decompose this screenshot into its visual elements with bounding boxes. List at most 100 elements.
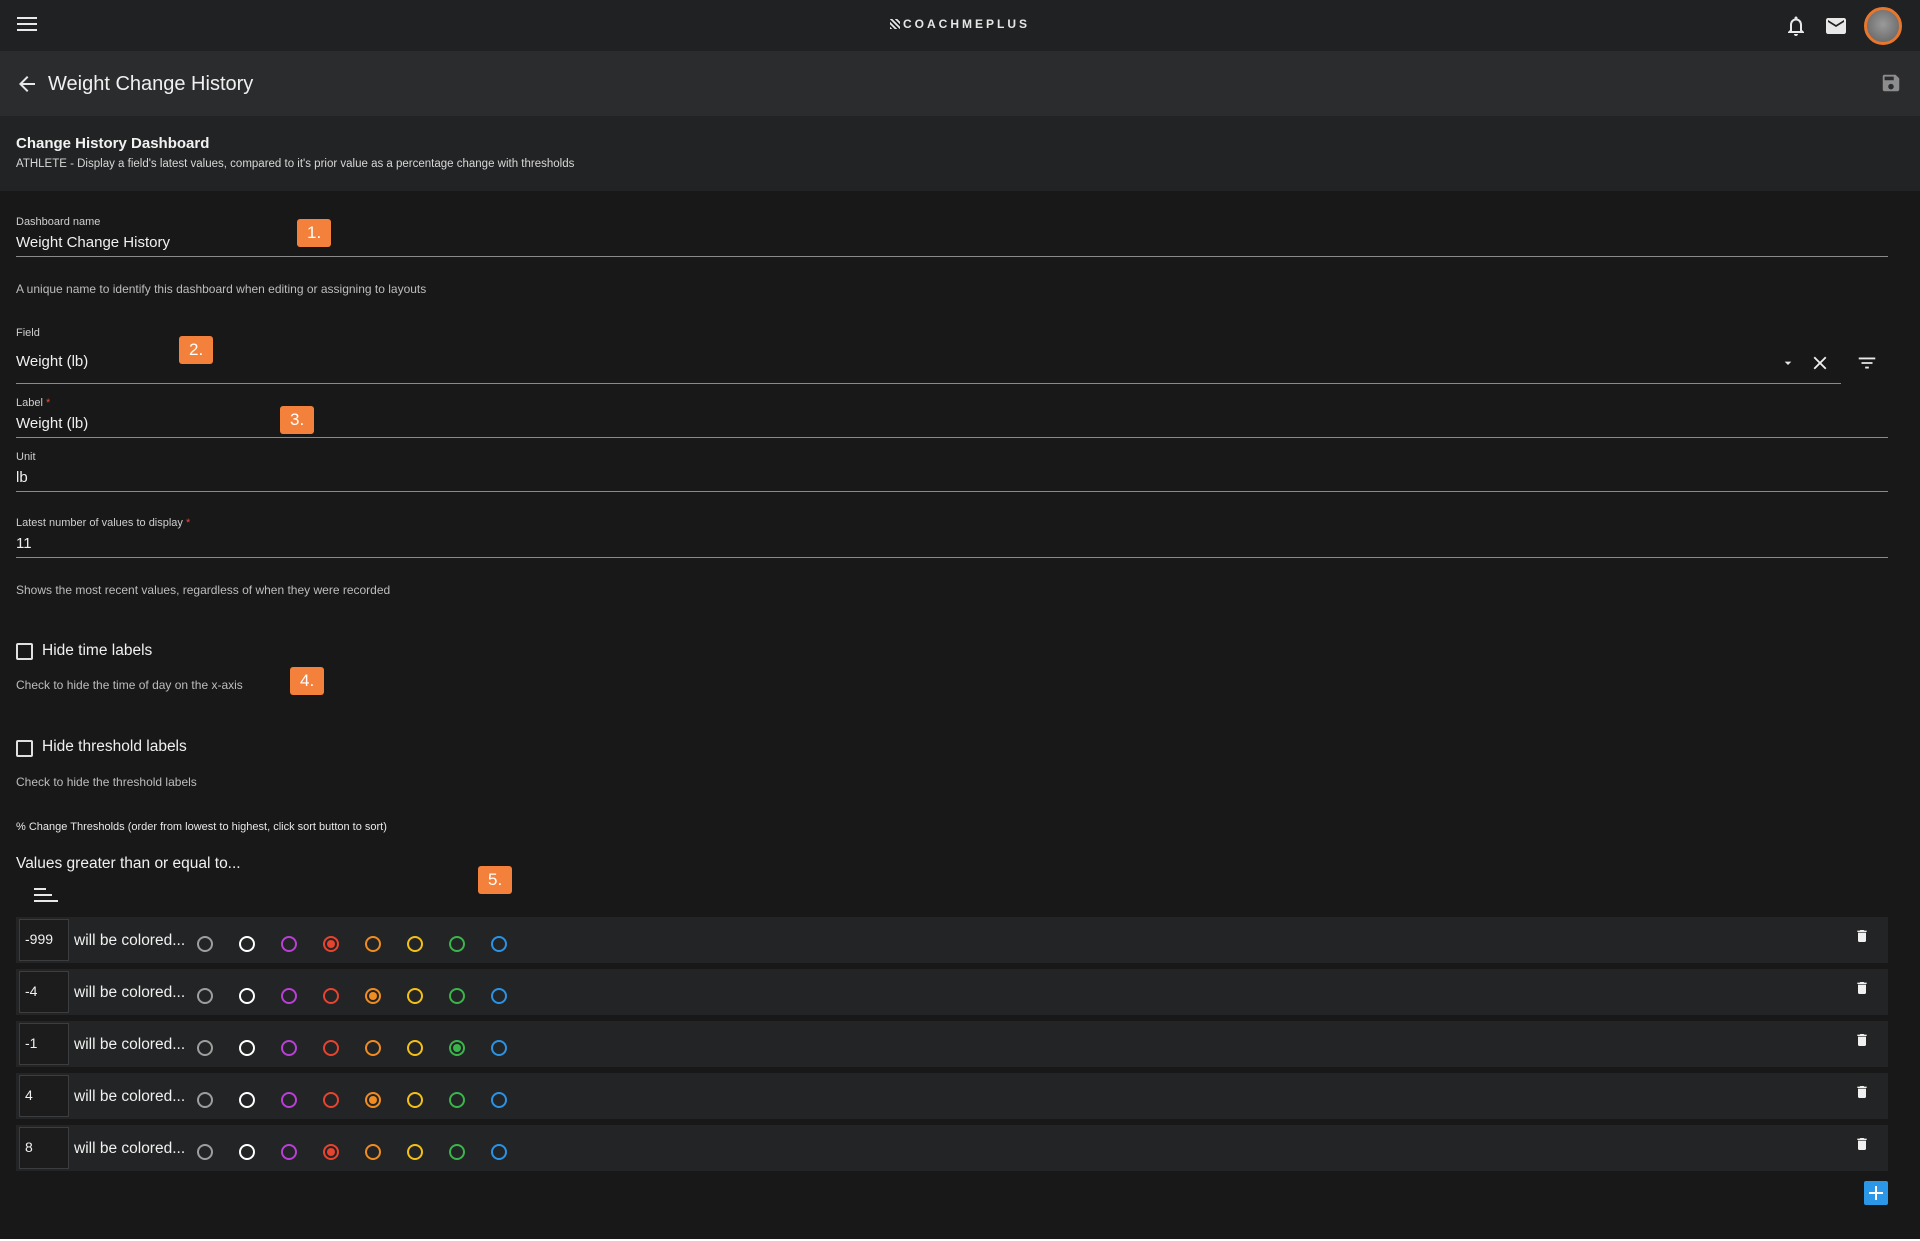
dashboard-type-title: Change History Dashboard xyxy=(16,135,210,152)
delete-trash-icon[interactable] xyxy=(1854,978,1870,998)
color-radio-grey[interactable] xyxy=(197,1092,213,1108)
color-radio-purple[interactable] xyxy=(281,1040,297,1056)
filter-icon[interactable] xyxy=(1856,352,1878,374)
color-radio-red[interactable] xyxy=(323,1040,339,1056)
unit-underline xyxy=(16,491,1888,492)
mail-icon[interactable] xyxy=(1824,14,1848,38)
clear-close-icon[interactable] xyxy=(1809,352,1831,374)
color-radio-orange[interactable] xyxy=(365,1144,381,1160)
color-radio-white[interactable] xyxy=(239,988,255,1004)
color-radio-purple[interactable] xyxy=(281,936,297,952)
threshold-value-input[interactable]: -999 xyxy=(19,919,69,961)
color-radio-grey[interactable] xyxy=(197,988,213,1004)
color-radio-blue[interactable] xyxy=(491,936,507,952)
threshold-row: -4 will be colored... xyxy=(16,969,1888,1015)
delete-trash-icon[interactable] xyxy=(1854,1134,1870,1154)
label-input[interactable]: Weight (lb) xyxy=(16,415,88,432)
color-radio-white[interactable] xyxy=(239,1092,255,1108)
hide-time-labels-label[interactable]: Hide time labels xyxy=(42,642,152,660)
will-be-colored-text: will be colored... xyxy=(74,1036,186,1053)
app-logo: COACHMEPLUS xyxy=(0,17,1920,31)
color-radio-grey[interactable] xyxy=(197,1040,213,1056)
color-radio-green[interactable] xyxy=(449,1092,465,1108)
color-radio-orange[interactable] xyxy=(365,1092,381,1108)
color-radio-blue[interactable] xyxy=(491,1144,507,1160)
color-radio-blue[interactable] xyxy=(491,988,507,1004)
threshold-value-input[interactable]: 4 xyxy=(19,1075,69,1117)
hide-threshold-labels-checkbox[interactable] xyxy=(16,740,33,757)
color-radio-red[interactable] xyxy=(323,1144,339,1160)
hide-time-labels-checkbox[interactable] xyxy=(16,643,33,660)
user-avatar[interactable] xyxy=(1864,7,1902,45)
threshold-row: -999 will be colored... xyxy=(16,917,1888,963)
latest-values-underline xyxy=(16,557,1888,558)
latest-values-label: Latest number of values to display * xyxy=(16,517,191,529)
dashboard-name-label: Dashboard name xyxy=(16,216,101,228)
hide-threshold-labels-label[interactable]: Hide threshold labels xyxy=(42,738,187,756)
color-radio-yellow[interactable] xyxy=(407,1144,423,1160)
delete-trash-icon[interactable] xyxy=(1854,1030,1870,1050)
color-radio-red[interactable] xyxy=(323,988,339,1004)
label-field-label: Label * xyxy=(16,397,51,409)
will-be-colored-text: will be colored... xyxy=(74,932,186,949)
save-icon[interactable] xyxy=(1880,72,1902,94)
dashboard-name-input[interactable]: Weight Change History xyxy=(16,234,170,251)
will-be-colored-text: will be colored... xyxy=(74,984,186,1001)
annotation-badge-3: 3. xyxy=(280,406,315,434)
color-radio-purple[interactable] xyxy=(281,1144,297,1160)
color-radio-yellow[interactable] xyxy=(407,988,423,1004)
notifications-bell-icon[interactable] xyxy=(1784,14,1808,38)
color-radio-blue[interactable] xyxy=(491,1092,507,1108)
threshold-row: 8 will be colored... xyxy=(16,1125,1888,1171)
app-screen: COACHMEPLUS Weight Change History Change… xyxy=(0,0,1920,1239)
chevron-down-icon[interactable] xyxy=(1780,355,1796,371)
sort-thresholds-icon[interactable] xyxy=(34,888,58,906)
color-radio-orange[interactable] xyxy=(365,988,381,1004)
delete-trash-icon[interactable] xyxy=(1854,1082,1870,1102)
color-radio-orange[interactable] xyxy=(365,1040,381,1056)
annotation-badge-2: 2. xyxy=(179,336,214,364)
dashboard-name-underline xyxy=(16,256,1888,257)
threshold-row: 4 will be colored... xyxy=(16,1073,1888,1119)
color-radio-yellow[interactable] xyxy=(407,1040,423,1056)
color-radio-purple[interactable] xyxy=(281,988,297,1004)
color-radio-red[interactable] xyxy=(323,936,339,952)
color-radio-grey[interactable] xyxy=(197,936,213,952)
page-title-bar: Weight Change History xyxy=(0,51,1920,116)
color-radio-orange[interactable] xyxy=(365,936,381,952)
dashboard-name-hint: A unique name to identify this dashboard… xyxy=(16,282,427,296)
annotation-badge-5: 5. xyxy=(478,866,513,894)
color-radio-green[interactable] xyxy=(449,936,465,952)
annotation-badge-1: 1. xyxy=(297,219,332,247)
color-radio-purple[interactable] xyxy=(281,1092,297,1108)
field-select-underline xyxy=(16,383,1841,384)
threshold-value-input[interactable]: -4 xyxy=(19,971,69,1013)
color-radio-yellow[interactable] xyxy=(407,1092,423,1108)
color-radio-white[interactable] xyxy=(239,936,255,952)
field-select-label: Field xyxy=(16,327,40,339)
color-radio-white[interactable] xyxy=(239,1040,255,1056)
color-radio-white[interactable] xyxy=(239,1144,255,1160)
arrow-left-icon[interactable] xyxy=(15,72,39,96)
color-radio-red[interactable] xyxy=(323,1092,339,1108)
top-app-bar: COACHMEPLUS xyxy=(0,0,1920,51)
color-radio-green[interactable] xyxy=(449,1040,465,1056)
color-radio-yellow[interactable] xyxy=(407,936,423,952)
app-name: COACHMEPLUS xyxy=(902,17,1030,31)
color-radio-green[interactable] xyxy=(449,1144,465,1160)
field-select[interactable]: Weight (lb) xyxy=(16,353,88,370)
color-radio-green[interactable] xyxy=(449,988,465,1004)
color-radio-blue[interactable] xyxy=(491,1040,507,1056)
unit-input[interactable]: lb xyxy=(16,469,28,486)
latest-values-input[interactable]: 11 xyxy=(16,535,32,552)
will-be-colored-text: will be colored... xyxy=(74,1088,186,1105)
add-threshold-button[interactable] xyxy=(1864,1181,1888,1205)
annotation-badge-4: 4. xyxy=(290,667,325,695)
color-radio-grey[interactable] xyxy=(197,1144,213,1160)
thresholds-values-title: Values greater than or equal to... xyxy=(16,855,241,872)
threshold-value-input[interactable]: 8 xyxy=(19,1127,69,1169)
hide-threshold-labels-hint: Check to hide the threshold labels xyxy=(16,775,197,789)
threshold-value-input[interactable]: -1 xyxy=(19,1023,69,1065)
threshold-row: -1 will be colored... xyxy=(16,1021,1888,1067)
delete-trash-icon[interactable] xyxy=(1854,926,1870,946)
